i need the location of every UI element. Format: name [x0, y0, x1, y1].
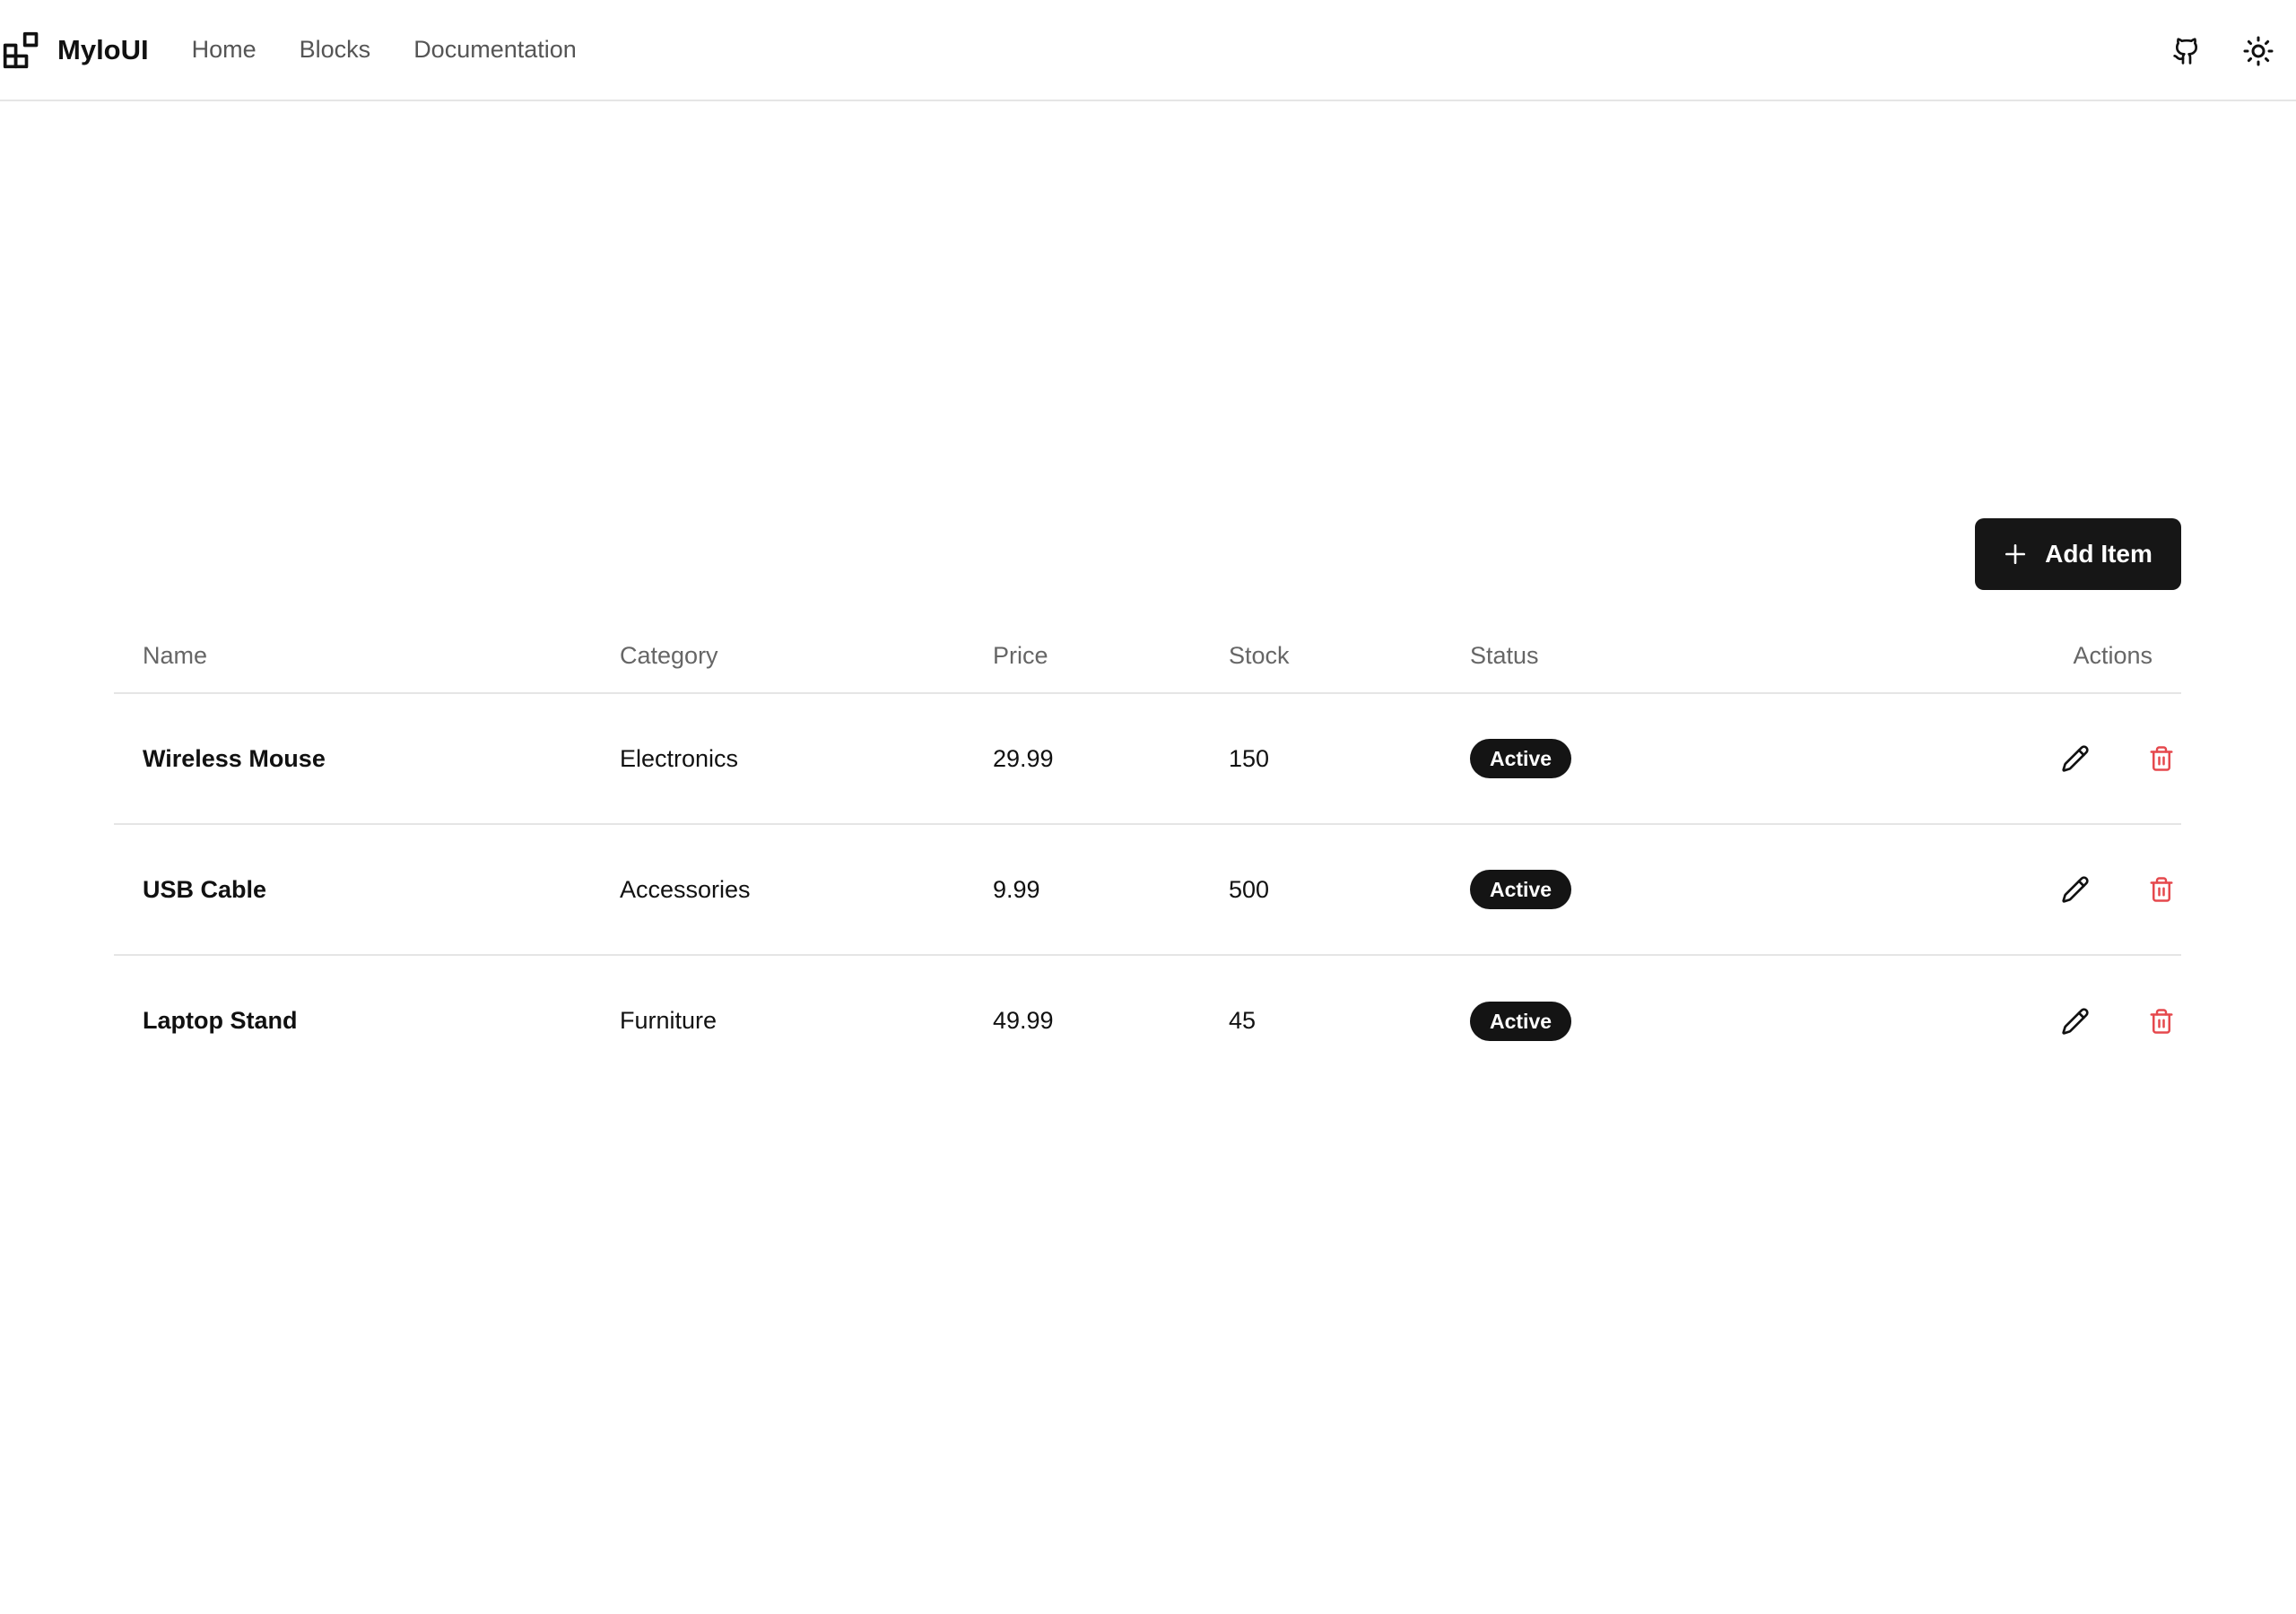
status-badge: Active [1470, 1001, 1572, 1041]
cell-name: Wireless Mouse [114, 693, 591, 825]
edit-button[interactable] [2056, 1002, 2095, 1041]
table-row: USB Cable Accessories 9.99 500 Active [114, 824, 2181, 956]
cell-status: Active [1441, 693, 1890, 825]
column-header-status: Status [1441, 620, 1890, 694]
sun-icon [2243, 36, 2274, 65]
cell-price: 29.99 [964, 693, 1200, 825]
cell-actions [1890, 693, 2181, 825]
trash-icon [2150, 746, 2173, 771]
table-row: Wireless Mouse Electronics 29.99 150 Act… [114, 693, 2181, 825]
table-toolbar: Add Item [114, 518, 2181, 590]
delete-button[interactable] [2142, 1002, 2181, 1041]
nav-blocks[interactable]: Blocks [300, 36, 371, 64]
delete-button[interactable] [2142, 739, 2181, 778]
pencil-icon [2062, 1007, 2090, 1035]
cell-category: Electronics [591, 693, 964, 825]
column-header-category: Category [591, 620, 964, 694]
column-header-price: Price [964, 620, 1200, 694]
column-header-stock: Stock [1200, 620, 1441, 694]
cell-actions [1890, 824, 2181, 956]
cell-name: Laptop Stand [143, 1007, 298, 1034]
add-item-label: Add Item [2045, 540, 2152, 568]
cell-name: USB Cable [114, 824, 591, 956]
cell-category: Accessories [591, 824, 964, 956]
blocks-icon [3, 31, 39, 68]
main-content: Add Item Name Category Price Stock Statu… [114, 518, 2181, 1086]
cell-actions [1890, 955, 2181, 1086]
items-table: Name Category Price Stock Status Actions… [114, 620, 2181, 1086]
table-header-row: Name Category Price Stock Status Actions [114, 620, 2181, 694]
table-row: Laptop Stand Furniture 49.99 45 Active [114, 955, 2181, 1086]
github-button[interactable] [2167, 31, 2206, 71]
pencil-icon [2062, 876, 2090, 903]
delete-button[interactable] [2142, 870, 2181, 909]
add-item-button[interactable]: Add Item [1975, 518, 2181, 590]
cell-stock: 500 [1200, 824, 1441, 956]
cell-stock: 150 [1200, 693, 1441, 825]
github-icon [2173, 37, 2198, 65]
status-badge: Active [1470, 870, 1572, 909]
nav-home[interactable]: Home [192, 36, 257, 64]
brand-name: MyloUI [57, 33, 149, 65]
cell-price: 49.99 [993, 1007, 1054, 1034]
top-navbar: MyloUI Home Blocks Documentation [0, 0, 2296, 101]
column-header-name: Name [114, 620, 591, 694]
main-nav: Home Blocks Documentation [192, 36, 620, 64]
edit-button[interactable] [2056, 739, 2095, 778]
cell-stock: 45 [1229, 1007, 1257, 1034]
cell-category: Furniture [620, 1007, 718, 1034]
brand-logo[interactable]: MyloUI [2, 30, 149, 70]
cell-status: Active [1441, 955, 1890, 1086]
pencil-icon [2062, 745, 2090, 772]
column-header-actions: Actions [1890, 620, 2181, 694]
trash-icon [2150, 1008, 2173, 1034]
trash-icon [2150, 877, 2173, 902]
nav-documentation[interactable]: Documentation [413, 36, 577, 64]
status-badge: Active [1470, 739, 1572, 778]
edit-button[interactable] [2056, 870, 2095, 909]
header-actions [2167, 0, 2296, 101]
cell-status: Active [1441, 824, 1890, 956]
cell-price: 9.99 [964, 824, 1200, 956]
theme-toggle-button[interactable] [2239, 31, 2278, 71]
plus-icon [2005, 543, 2026, 565]
